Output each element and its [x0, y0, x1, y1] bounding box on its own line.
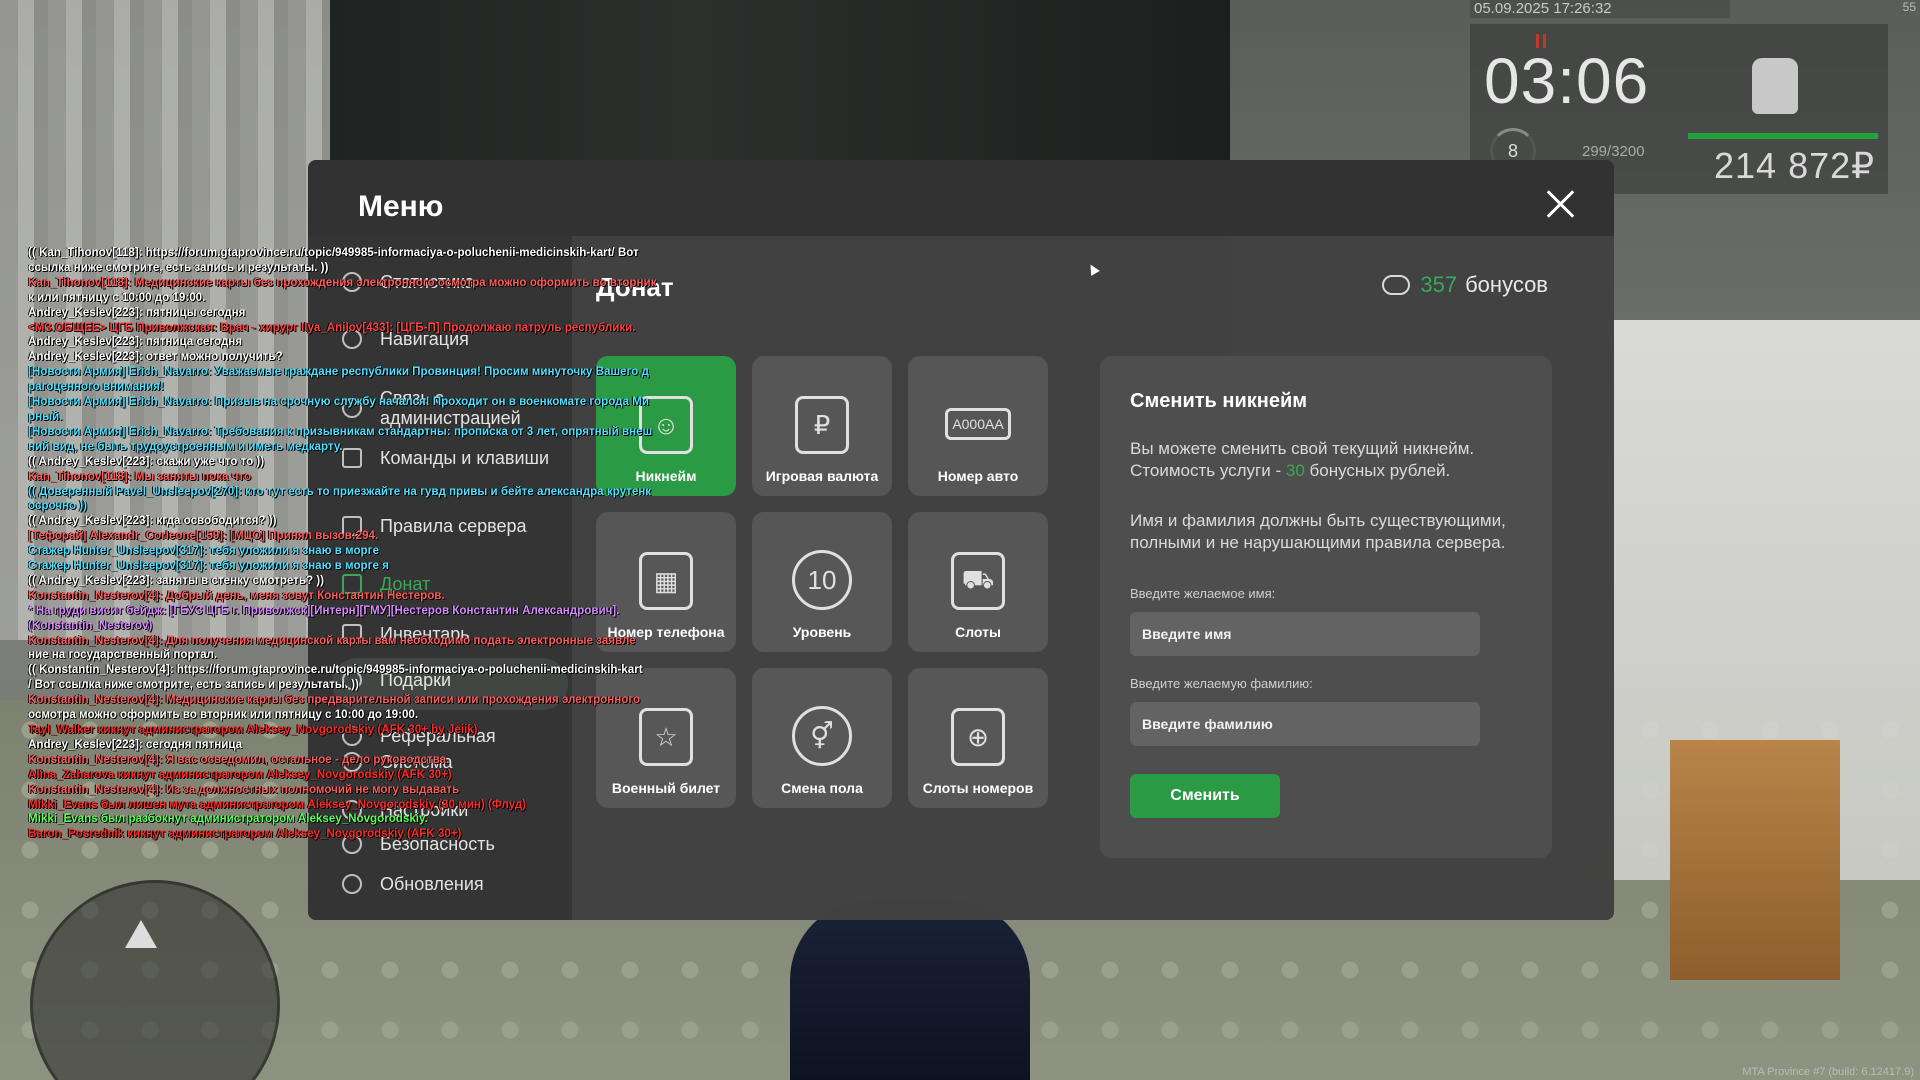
chat-line: Andrey_Keslev[223]: пятницы сегодня [28, 305, 246, 319]
license-plate-icon: A000AA [945, 408, 1011, 440]
chat-line: Andrey_Keslev[223]: пятница сегодня [28, 335, 243, 349]
tile-level[interactable]: 10 Уровень [752, 512, 892, 652]
name-input[interactable] [1130, 612, 1480, 656]
bonus-label: бонусов [1465, 272, 1548, 297]
money-icon: ₽ [795, 396, 849, 454]
chat-line: Konstantin_Nesterov[4]: Для получения ме… [28, 633, 636, 647]
panel-text-cost: Стоимость услуги - [1130, 461, 1286, 480]
chat-line: Mikki_Evans был лишен мута администратор… [28, 797, 527, 811]
chat-line: Andrey_Keslev[223]: сегодня пятница [28, 737, 243, 751]
hud-time: 03:06 [1484, 45, 1650, 117]
chat-line: * На груди висит бейдж: [ГБУЗ ЦГБ г. При… [28, 603, 620, 617]
chat-line: осмотра можно оформить во вторник или пя… [28, 708, 419, 722]
car-slots-icon: ⛟ [951, 552, 1005, 610]
tile-plate-slots[interactable]: ⊕ Слоты номеров [908, 668, 1048, 808]
bonus-balance: 357 бонусов [1382, 272, 1548, 298]
chat-line: Tayl_Walker кикнут администратором Aleks… [28, 723, 478, 736]
chat-line: <МЗ.ОБЩЕЕ> ЦГБ Приволжская: Врач - хирур… [28, 320, 636, 334]
close-icon[interactable] [1542, 186, 1578, 222]
panel-title: Сменить никнейм [1130, 390, 1308, 412]
chat-line: (( Andrey_Keslev[223]: скажи уже что то … [28, 454, 265, 468]
hud-xp: 299/3200 [1582, 143, 1645, 160]
tile-label: Номер авто [937, 468, 1019, 484]
chat-line: Konstantin_Nesterov[4]: Я вас осведомил,… [28, 752, 450, 766]
chat-line: [Тефорай] Alexandr_Corleone[159]: [МЦО] … [28, 529, 379, 543]
chat-line: [Новости Армия] Erich_Navarro: Призыв на… [28, 395, 649, 409]
tile-label: Уровень [792, 624, 852, 640]
chat-log: (( Kan_Tihonov[118]: https://forum.gtapr… [28, 246, 668, 842]
chat-line: ние на государственный портал. [28, 648, 218, 662]
hud-money: 214 872₽ [1714, 145, 1876, 186]
chat-line: рагоценного внимания! [28, 380, 164, 394]
hud-corner-number: 55 [1902, 0, 1916, 14]
chat-line: Стажер Hunter_Unsleepov[317]: тебя уложи… [28, 559, 389, 573]
chat-line: Стажер Hunter_Unsleepov[317]: тебя уложи… [28, 544, 379, 558]
tile-gender-change[interactable]: ⚥ Смена пола [752, 668, 892, 808]
refresh-icon [342, 874, 362, 894]
bonus-count: 357 [1420, 272, 1458, 297]
menu-header: Меню [308, 160, 1614, 236]
donate-content: Донат 357 бонусов ☺ Никнейм ₽ Игровая ва… [572, 236, 1614, 920]
tile-label: Игровая валюта [765, 468, 879, 484]
name-field-label: Введите желаемое имя: [1130, 586, 1276, 601]
tile-label: Слоты номеров [922, 780, 1034, 796]
player-character [790, 900, 1030, 1080]
minimap-player-arrow-icon [125, 920, 157, 948]
change-nickname-button[interactable]: Сменить [1130, 774, 1280, 818]
tile-game-currency[interactable]: ₽ Игровая валюта [752, 356, 892, 496]
chat-line: рный. [28, 409, 63, 423]
sidebar-item-updates[interactable]: Обновления [342, 874, 570, 894]
chat-line: осрочно )) [28, 499, 88, 513]
chat-line: ссылка ниже смотрите, есть запись и резу… [28, 260, 329, 274]
chat-line: (( Konstantin_Nesterov[4]: https://forum… [28, 663, 643, 677]
coins-icon [1382, 275, 1411, 295]
panel-description: Вы можете сменить свой текущий никнейм. … [1130, 438, 1530, 482]
panel-requirements: Имя и фамилия должны быть существующими,… [1130, 511, 1506, 552]
bedside-cabinet [1670, 740, 1840, 980]
surname-field-label: Введите желаемую фамилию: [1130, 676, 1313, 691]
level-icon: 10 [792, 550, 852, 610]
panel-text-line1: Вы можете сменить свой текущий никнейм. [1130, 439, 1475, 458]
chat-line: (( Andrey_Keslev[223]: заняты в стенку с… [28, 573, 325, 587]
tile-label: Слоты [955, 624, 1001, 640]
tile-slots[interactable]: ⛟ Слоты [908, 512, 1048, 652]
surname-input[interactable] [1130, 702, 1480, 746]
chat-line: (Konstantin_Nesterov) [28, 618, 153, 632]
chat-line: / Вот ссылка ниже смотрите, есть запись … [28, 678, 359, 692]
chat-line: Konstantin_Nesterov[4]: Добрый день, мен… [28, 588, 445, 602]
fist-weapon-icon [1752, 58, 1798, 114]
chat-line: (( Доверенный Pavel_Unsleepov[270]: кто … [28, 484, 652, 498]
tile-car-number[interactable]: A000AA Номер авто [908, 356, 1048, 496]
chat-line: Konstantin_Nesterov[4]: Из за должностны… [28, 782, 460, 796]
chat-line: Konstantin_Nesterov[4]: Медицинские карт… [28, 693, 641, 707]
menu-title: Меню [358, 190, 444, 223]
chat-line: Kan_Tihonov[118]: Медицинские карты без … [28, 275, 657, 289]
build-info: MTA Province #7 (build: 6.12417.9) [1742, 1066, 1914, 1078]
change-nickname-panel: Сменить никнейм Вы можете сменить свой т… [1100, 356, 1552, 858]
chat-line: Kan_Tihonov[118]: Мы заняты пока что [28, 469, 252, 483]
panel-text-currency: бонусных рублей. [1304, 461, 1451, 480]
plate-slots-icon: ⊕ [951, 708, 1005, 766]
service-price: 30 [1285, 461, 1305, 480]
chat-line: (( Kan_Tihonov[118]: https://forum.gtapr… [28, 246, 639, 259]
chat-line: (( Andrey_Keslev[223]: кгда освободится?… [28, 514, 277, 528]
chat-line: Alina_Zaharova кикнут администратором Al… [28, 767, 452, 781]
chat-line: [Новости Армия] Erich_Navarro: Требовани… [28, 424, 653, 438]
chat-line: Andrey_Keslev[223]: ответ можно получить… [28, 350, 283, 364]
chat-line: ний вид, не быть трудоустроенным и иметь… [28, 439, 343, 453]
chat-line: [Новости Армия] Erich_Navarro: Уважаемые… [28, 365, 649, 379]
tile-label: Смена пола [781, 780, 863, 796]
chat-line: к или пятницу с 10:00 до 19:00. [28, 290, 206, 304]
chat-line: Baron_Posrednik кикнут администратором A… [28, 827, 462, 841]
chat-line: Mikki_Evans был разбокнут администраторо… [28, 812, 428, 826]
hud-datetime: 05.09.2025 17:26:32 [1470, 0, 1730, 18]
gender-icon: ⚥ [792, 706, 852, 766]
health-bar [1688, 133, 1878, 139]
sidebar-item-label: Обновления [380, 874, 484, 894]
